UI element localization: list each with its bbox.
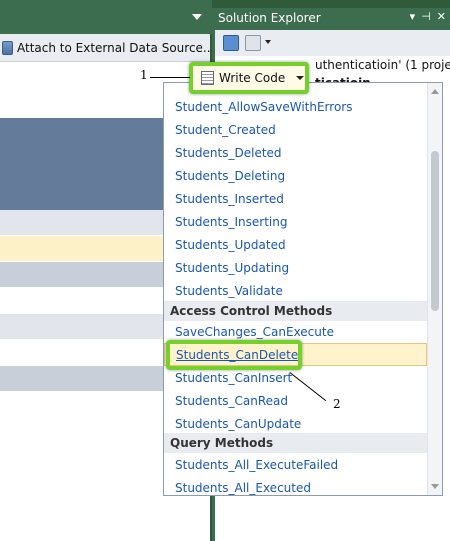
- method-item[interactable]: Student_AllowSaveWithErrors: [164, 96, 427, 119]
- method-item[interactable]: Students_Deleted: [164, 142, 427, 165]
- write-code-label: Write Code: [219, 71, 286, 85]
- method-item[interactable]: Students_CanInsert: [164, 367, 427, 390]
- scroll-up-icon[interactable]: [431, 89, 439, 94]
- solution-explorer-title: Solution Explorer: [218, 11, 321, 25]
- method-item[interactable]: Students_Deleting: [164, 165, 427, 188]
- method-item[interactable]: Student_Created: [164, 119, 427, 142]
- close-icon[interactable]: ✕: [437, 10, 446, 23]
- view-dropdown-icon[interactable]: [265, 35, 273, 51]
- solution-explorer-titlebar: Solution Explorer ▾ ⊣ ✕: [215, 8, 450, 30]
- callout-number-2: 2: [333, 397, 341, 411]
- method-item[interactable]: Students_All_Executed: [164, 477, 427, 495]
- entity-row[interactable]: [0, 392, 165, 418]
- database-icon: [2, 41, 13, 55]
- code-file-icon: [201, 71, 214, 85]
- scroll-thumb[interactable]: [431, 151, 439, 311]
- refresh-icon[interactable]: [223, 35, 239, 51]
- entity-row-selected[interactable]: [0, 236, 165, 262]
- candelete-highlight-box: [166, 340, 302, 370]
- entity-row[interactable]: [0, 262, 165, 288]
- callout-line-1: [150, 77, 190, 78]
- view-icon[interactable]: [245, 35, 261, 51]
- pin-icon[interactable]: ⊣: [421, 10, 431, 23]
- dropdown-scrollbar[interactable]: [427, 83, 442, 495]
- entity-property-list: [0, 210, 165, 418]
- method-item[interactable]: Students_Updated: [164, 234, 427, 257]
- method-item[interactable]: Students_CanRead: [164, 390, 427, 413]
- attach-button-label: Attach to External Data Source...: [17, 41, 215, 55]
- entity-row[interactable]: [0, 340, 165, 366]
- tab-dropdown-icon[interactable]: [192, 14, 202, 20]
- method-item[interactable]: Students_Inserting: [164, 211, 427, 234]
- chevron-down-icon: [296, 76, 305, 80]
- entity-row[interactable]: [0, 314, 165, 340]
- method-item[interactable]: Students_Updating: [164, 257, 427, 280]
- entity-row[interactable]: [0, 288, 165, 314]
- entity-row[interactable]: [0, 210, 165, 236]
- access-control-header: Access Control Methods: [164, 301, 427, 321]
- scroll-down-icon[interactable]: [431, 484, 439, 489]
- solution-node[interactable]: uthenticatioin' (1 project: [315, 58, 450, 72]
- method-item[interactable]: Students_Validate: [164, 280, 427, 303]
- editor-tab-strip: [0, 0, 212, 34]
- callout-number-1: 1: [140, 68, 148, 82]
- entity-header: [0, 118, 165, 210]
- method-item[interactable]: Students_All_ExecuteFailed: [164, 454, 427, 477]
- entity-row[interactable]: [0, 366, 165, 392]
- write-code-button[interactable]: Write Code: [189, 62, 309, 94]
- solution-explorer-toolbar: [215, 30, 450, 56]
- attach-external-data-source-button[interactable]: Attach to External Data Source...: [2, 38, 214, 58]
- query-methods-header: Query Methods: [164, 433, 427, 453]
- window-position-icon[interactable]: ▾: [410, 10, 416, 23]
- write-code-dropdown: Student_AllowSaveWithErrors Student_Crea…: [163, 82, 443, 496]
- method-item[interactable]: Students_Inserted: [164, 188, 427, 211]
- designer-toolbar: Attach to External Data Source...: [0, 34, 214, 62]
